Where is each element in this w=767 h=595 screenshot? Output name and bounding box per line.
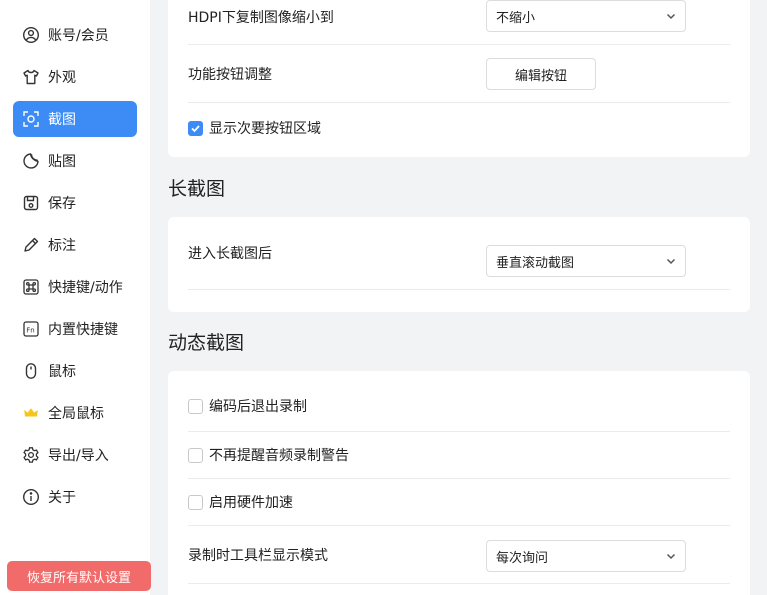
sidebar-item-global-mouse[interactable]: 全局鼠标 [13,395,137,431]
hdpi-select[interactable]: 不缩小 [486,0,686,32]
long-after-enter-select-value: 垂直滚动截图 [496,255,575,271]
hdpi-select-value: 不缩小 [496,10,536,26]
exit-after-encode-row: 编码后退出录制 [188,381,730,432]
sidebar-item-label: 快捷键/动作 [48,280,123,296]
user-circle-icon [22,26,40,44]
pencil-icon [22,236,40,254]
command-icon [22,278,40,296]
sidebar-item-shortcuts[interactable]: 快捷键/动作 [13,269,137,305]
dynamic-screenshot-card: 编码后退出录制 不再提醒音频录制警告 启用硬件加速 录制时工具栏显示模式 每次询… [168,371,750,595]
sidebar-item-annotate[interactable]: 标注 [13,227,137,263]
long-screenshot-card: 进入长截图后 垂直滚动截图 [168,217,750,312]
show-secondary-checkbox[interactable] [188,120,203,136]
show-secondary-row: 显示次要按钮区域 [188,103,730,153]
chevron-down-icon [666,13,676,20]
mouse-icon [22,362,40,380]
sidebar-item-builtin-shortcuts[interactable]: Fn 内置快捷键 [13,311,137,347]
screenshot-settings-card: HDPI下复制图像缩小到 不缩小 功能按钮调整 编辑按钮 显示次要按钮区域 [168,0,750,157]
sidebar-item-label: 鼠标 [48,364,76,380]
hw-accel-label: 启用硬件加速 [209,495,293,511]
chevron-down-icon [666,258,676,265]
sidebar-item-label: 保存 [48,196,76,212]
func-buttons-row: 功能按钮调整 编辑按钮 [188,45,730,103]
hdpi-label: HDPI下复制图像缩小到 [188,10,334,26]
fn-key-icon: Fn [22,320,40,338]
sidebar-item-label: 贴图 [48,154,76,170]
toolbar-mode-row: 录制时工具栏显示模式 每次询问 [188,526,730,584]
exit-after-encode-checkbox[interactable] [188,398,203,414]
sidebar-item-label: 导出/导入 [48,448,109,464]
sidebar-item-appearance[interactable]: 外观 [13,59,137,95]
tshirt-icon [22,68,40,86]
info-icon [22,488,40,506]
func-buttons-label: 功能按钮调整 [188,66,272,83]
sidebar-item-save[interactable]: 保存 [13,185,137,221]
sticker-icon [22,152,40,170]
sidebar: 账号/会员 外观 截图 贴图 保存 标注 快捷键/动作 Fn 内置快捷键 鼠标 … [0,0,151,595]
sidebar-item-account[interactable]: 账号/会员 [13,17,137,53]
hdpi-row: HDPI下复制图像缩小到 不缩小 [188,0,730,45]
hw-accel-checkbox[interactable] [188,494,203,510]
crown-icon [22,404,40,422]
toolbar-mode-select-value: 每次询问 [496,550,549,566]
sidebar-item-label: 截图 [48,112,76,128]
long-after-enter-label: 进入长截图后 [188,246,272,262]
exit-after-encode-label: 编码后退出录制 [209,399,307,415]
sidebar-item-label: 账号/会员 [48,28,109,44]
sidebar-item-label: 外观 [48,70,76,86]
toolbar-mode-select[interactable]: 每次询问 [486,540,686,572]
sidebar-item-sticker[interactable]: 贴图 [13,143,137,179]
no-audio-warning-row: 不再提醒音频录制警告 [188,432,730,479]
chevron-down-icon [666,553,676,560]
gear-icon [22,446,40,464]
svg-text:Fn: Fn [26,326,34,334]
dynamic-screenshot-title: 动态截图 [168,332,245,354]
no-audio-warning-checkbox[interactable] [188,447,203,463]
sidebar-item-label: 全局鼠标 [48,406,104,422]
reset-defaults-button[interactable]: 恢复所有默认设置 [7,561,151,591]
sidebar-item-mouse[interactable]: 鼠标 [13,353,137,389]
screenshot-icon [22,110,40,128]
long-after-enter-row: 进入长截图后 垂直滚动截图 [188,217,730,290]
sidebar-item-label: 标注 [48,238,76,254]
check-icon [191,124,200,132]
sidebar-item-export-import[interactable]: 导出/导入 [13,437,137,473]
sidebar-item-label: 内置快捷键 [48,322,118,338]
long-after-enter-select[interactable]: 垂直滚动截图 [486,245,686,277]
sidebar-item-about[interactable]: 关于 [13,479,137,515]
hw-accel-row: 启用硬件加速 [188,479,730,526]
no-audio-warning-label: 不再提醒音频录制警告 [209,448,349,464]
sidebar-item-label: 关于 [48,490,76,506]
save-icon [22,194,40,212]
toolbar-mode-label: 录制时工具栏显示模式 [188,547,328,564]
show-secondary-label: 显示次要按钮区域 [209,121,321,137]
long-screenshot-title: 长截图 [168,178,226,200]
edit-buttons-button[interactable]: 编辑按钮 [486,58,596,90]
sidebar-item-screenshot[interactable]: 截图 [13,101,137,137]
